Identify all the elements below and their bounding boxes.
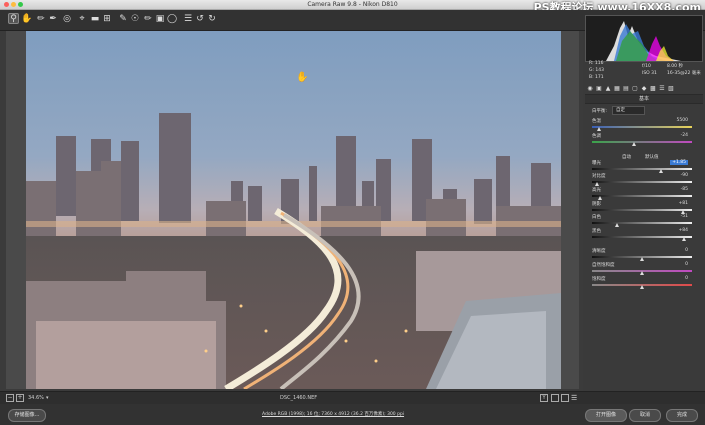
slider-value[interactable]: 0 [685,276,688,281]
zoom-in-button[interactable]: + [16,394,24,402]
slider-value[interactable]: -24 [681,133,688,138]
preview-toggle-icon[interactable]: Y [540,394,548,402]
shutter-value: 8.00 秒 [667,64,683,69]
slider-thumb[interactable] [640,257,644,261]
transform-tool-icon[interactable]: ⊞ [102,14,112,24]
panel-tabs: ◉ ▣ ▲ ▦ ▤ ▢ ◆ ▩ ☰ ▧ [585,86,703,94]
compare-view-icon[interactable] [551,394,559,402]
hand-cursor-icon: ✋ [296,72,309,83]
adjustment-brush-icon[interactable]: ✏ [143,14,153,24]
open-image-button[interactable]: 打开图像 [585,409,627,422]
status-bar: − + 34.6% ▾ DSC_1460.NEF Y ☰ [0,391,705,404]
red-value: R: 116 [589,61,604,66]
basic-tab-icon[interactable]: ◉ [587,86,593,92]
zoom-level[interactable]: 34.6% [28,394,44,402]
aperture-value: f/10 [642,64,651,69]
save-image-button[interactable]: 存储图像... [8,409,46,422]
slider-value[interactable]: +1.85 [670,160,688,165]
detail-tab-icon[interactable]: ▲ [605,86,611,92]
straighten-tool-icon[interactable]: ▬ [90,14,100,24]
slider-track[interactable] [592,236,692,238]
swap-settings-icon[interactable] [561,394,569,402]
white-balance-select[interactable]: 自定 [612,106,645,115]
slider-label: 清晰度 [592,249,606,254]
snapshots-tab-icon[interactable]: ▧ [668,86,674,92]
photo-preview[interactable] [26,31,561,389]
slider-value[interactable]: 0 [685,248,688,253]
rgb-readout: R: 116 G: 143 B: 171 f/10 8.00 秒 ISO 31 … [589,61,701,87]
slider-thumb[interactable] [597,127,602,131]
slider-thumb[interactable] [597,196,602,200]
preferences-icon[interactable]: ☰ [183,14,193,24]
preview-preferences-icon[interactable]: ☰ [571,394,577,402]
auto-button[interactable]: 自动 [622,154,631,160]
slider-track[interactable] [592,195,692,197]
filename: DSC_1460.NEF [280,395,318,401]
slider-thumb[interactable] [640,271,644,275]
red-eye-tool-icon[interactable]: ☉ [130,14,140,24]
crop-tool-icon[interactable]: ⌖ [77,14,87,24]
lens-tab-icon[interactable]: ▢ [632,86,638,92]
slider-thumb[interactable] [595,182,599,186]
lens-value: 16-35@22 毫米 [667,71,701,76]
slider-label: 饱和度 [592,277,606,282]
slider-label: 曝光 [592,161,601,166]
rotate-cw-icon[interactable]: ↻ [207,14,217,24]
section-title: 基本 [585,94,703,104]
histogram [585,15,703,62]
slider-track[interactable] [592,168,692,170]
graduated-filter-icon[interactable]: ▣ [155,14,165,24]
targeted-adjustment-tool-icon[interactable]: ◎ [62,14,72,24]
blue-value: B: 171 [589,75,604,80]
slider-label: 色温 [592,119,601,124]
slider-thumb[interactable] [614,223,619,227]
chevron-down-icon[interactable]: ▾ [46,394,49,402]
zoom-out-button[interactable]: − [6,394,14,402]
slider-track[interactable] [592,181,692,183]
done-button[interactable]: 完成 [666,409,698,422]
slider-value[interactable]: +81 [679,201,689,206]
hsl-tab-icon[interactable]: ▦ [614,86,620,92]
slider-label: 阴影 [592,202,601,207]
radial-filter-icon[interactable]: ◯ [167,14,177,24]
zoom-tool-icon[interactable]: ⚲ [8,13,19,24]
workflow-options-link[interactable]: Adobe RGB (1998); 16 位; 7360 x 4912 (36.… [262,411,404,417]
camera-calibration-tab-icon[interactable]: ▩ [650,86,656,92]
slider-thumb[interactable] [632,142,636,146]
slider-label: 黑色 [592,229,601,234]
slider-thumb[interactable] [658,169,663,173]
slider-value[interactable]: 5500 [677,118,688,123]
tone-curve-tab-icon[interactable]: ▣ [596,86,602,92]
spot-removal-tool-icon[interactable]: ✎ [118,14,128,24]
slider-value[interactable]: -51 [681,214,688,219]
default-button[interactable]: 默认值 [645,154,659,160]
white-balance-tool-icon[interactable]: ✏ [36,14,46,24]
slider-value[interactable]: -90 [681,173,688,178]
rotate-ccw-icon[interactable]: ↺ [195,14,205,24]
iso-value: ISO 31 [642,71,657,76]
slider-value[interactable]: -85 [681,187,688,192]
slider-label: 对比度 [592,174,606,179]
slider-track[interactable] [592,141,692,143]
presets-tab-icon[interactable]: ☰ [659,86,665,92]
slider-value[interactable]: +84 [679,228,689,233]
slider-track[interactable] [592,222,692,224]
green-value: G: 143 [589,68,605,73]
split-toning-tab-icon[interactable]: ▤ [623,86,629,92]
slider-label: 色调 [592,134,601,139]
slider-thumb[interactable] [682,237,686,241]
slider-label: 自然饱和度 [592,263,615,268]
slider-label: 白色 [592,215,601,220]
cancel-button[interactable]: 取消 [629,409,661,422]
effects-tab-icon[interactable]: ◆ [641,86,647,92]
color-sampler-tool-icon[interactable]: ✒ [48,14,58,24]
hand-tool-icon[interactable]: ✋ [21,14,32,24]
slider-value[interactable]: 0 [685,262,688,267]
slider-track[interactable] [592,126,692,128]
slider-thumb[interactable] [640,285,644,289]
slider-label: 高光 [592,188,601,193]
slider-track[interactable] [592,209,692,211]
white-balance-label: 白平衡: [592,109,608,114]
